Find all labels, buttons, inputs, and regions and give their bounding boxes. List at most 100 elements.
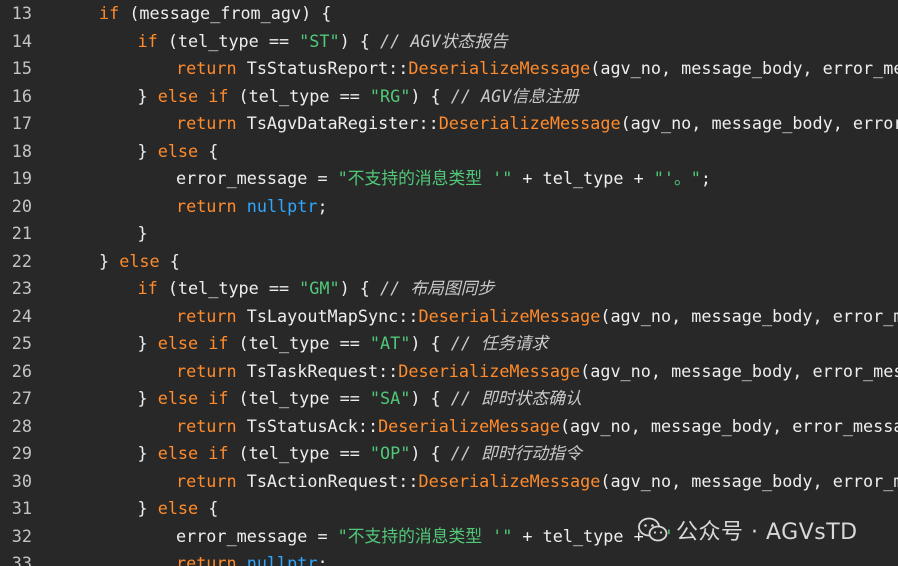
token-op: + tel_type + (512, 525, 654, 546)
code-line[interactable]: 17 return TsAgvDataRegister::DeserializeM… (0, 110, 898, 137)
token-fn: DeserializeMessage (438, 113, 621, 133)
code-text: } else if (tel_type == "RG") { // AGV信息注… (138, 83, 579, 110)
token-kw: return (176, 415, 237, 436)
token-kw: return (176, 195, 237, 216)
code-text: if (message_from_agv) { (99, 0, 331, 27)
token-fn: DeserializeMessage (418, 305, 601, 326)
token-str: "RG" (369, 85, 411, 106)
token-cm: // 布局图同步 (380, 278, 495, 298)
token-op: (agv_no, message_body, error_messa (590, 58, 898, 78)
code-line[interactable]: 32 error_message = "不支持的消息类型 '" + tel_typ… (0, 523, 674, 550)
token-kw: if (137, 30, 158, 51)
line-number: 32 (11, 525, 32, 546)
token-fn: DeserializeMessage (378, 415, 560, 436)
code-line[interactable]: 27} else if (tel_type == "SA") { // 即时状态… (0, 385, 582, 412)
token-kw: if (99, 3, 120, 23)
token-op: (agv_no, message_body, error_messag (580, 360, 898, 381)
code-line[interactable]: 25} else if (tel_type == "AT") { // 任务请求 (0, 330, 548, 357)
token-str: "ST" (299, 30, 340, 51)
token-kw: else (119, 250, 160, 271)
line-number: 33 (11, 553, 32, 566)
token-op: + tel_type + (512, 168, 654, 188)
line-number: 25 (11, 333, 32, 353)
token-cm: // 任务请求 (450, 333, 549, 353)
code-line[interactable]: 15 return TsStatusReport::DeserializeMess… (0, 55, 898, 82)
code-line[interactable]: 31} else { (0, 495, 219, 522)
token-op: } (137, 85, 158, 106)
code-line[interactable]: 33 return nullptr; (0, 550, 328, 566)
code-text: return nullptr; (176, 193, 328, 220)
token-fn: DeserializeMessage (408, 58, 591, 78)
watermark-text: 公众号 · AGVsTD (676, 520, 858, 545)
code-text: return TsLayoutMapSync::DeserializeMessa… (176, 303, 898, 330)
token-op: (agv_no, message_body, error_me (620, 113, 898, 133)
token-op: TsActionRequest:: (236, 470, 419, 491)
token-op: error_message = (176, 168, 338, 188)
code-line[interactable]: 18} else { (0, 138, 219, 165)
token-op: (agv_no, message_body, error_message) (559, 415, 898, 436)
token-op (237, 553, 247, 566)
token-op: } (137, 443, 158, 463)
token-op: } (99, 250, 120, 271)
token-fn: DeserializeMessage (418, 470, 601, 491)
token-kw: return (176, 470, 237, 491)
token-cm: // AGV状态报告 (380, 30, 508, 51)
code-text: } else if (tel_type == "OP") { // 即时行动指令 (138, 440, 582, 467)
wechat-icon (638, 517, 668, 542)
token-str: "SA" (369, 388, 411, 408)
token-op: { (198, 140, 219, 161)
code-line[interactable]: 28 return TsStatusAck::DeserializeMessage… (0, 413, 898, 440)
code-line[interactable]: 29} else if (tel_type == "OP") { // 即时行动… (0, 440, 582, 467)
token-op: ) { (410, 388, 451, 408)
code-text: return TsStatusAck::DeserializeMessage(a… (176, 413, 898, 440)
token-str: "不支持的消息类型 '" (337, 168, 513, 188)
line-number: 20 (11, 195, 32, 216)
token-op: (tel_type == (157, 278, 300, 298)
token-str: "OP" (369, 443, 411, 463)
code-text: return nullptr; (176, 550, 328, 566)
code-text: } else { (99, 248, 180, 275)
code-line[interactable]: 22} else { (0, 248, 180, 275)
code-line[interactable]: 26 return TsTaskRequest::DeserializeMessa… (0, 358, 898, 385)
line-number: 24 (11, 305, 32, 326)
token-str: "'。" (653, 168, 701, 188)
line-number: 21 (11, 223, 32, 243)
code-line[interactable]: 19 error_message = "不支持的消息类型 '" + tel_typ… (0, 165, 711, 192)
code-line[interactable]: 14 if (tel_type == "ST") { // AGV状态报告 (0, 28, 508, 55)
code-text: if (tel_type == "ST") { // AGV状态报告 (138, 28, 508, 55)
token-cm: // 即时行动指令 (450, 443, 582, 463)
token-op: ) { (339, 30, 381, 51)
token-op: error_message = (176, 525, 338, 546)
token-op: } (137, 498, 158, 518)
token-str: "AT" (369, 333, 411, 353)
code-line[interactable]: 30 return TsActionRequest::DeserializeMes… (0, 468, 898, 495)
token-op: ) { (410, 333, 451, 353)
code-line[interactable]: 24 return TsLayoutMapSync::DeserializeMes… (0, 303, 898, 330)
token-op: (agv_no, message_body, error_mess (600, 470, 898, 491)
line-number: 19 (11, 168, 32, 188)
code-line[interactable]: 21} (0, 220, 148, 247)
token-kw: else (157, 498, 199, 518)
watermark: 公众号 · AGVsTD (638, 514, 858, 546)
token-lit: nullptr (246, 195, 318, 216)
token-op: ; (700, 168, 711, 188)
token-op: (tel_type == (228, 388, 370, 408)
code-text: return TsTaskRequest::DeserializeMessage… (176, 358, 898, 385)
token-op: ; (317, 195, 328, 216)
token-kw: else (157, 140, 199, 161)
token-op: } (137, 388, 158, 408)
code-line[interactable]: 13 if (message_from_agv) { (0, 0, 332, 27)
line-number: 13 (11, 3, 32, 23)
code-line[interactable]: 23 if (tel_type == "GM") { // 布局图同步 (0, 275, 494, 302)
token-op: TsStatusAck:: (236, 415, 379, 436)
code-editor[interactable]: 13 if (message_from_agv) {14 if (tel_type … (0, 0, 898, 566)
token-op: ; (317, 553, 328, 566)
token-op: (agv_no, message_body, error_mess (600, 305, 898, 326)
code-line[interactable]: 16} else if (tel_type == "RG") { // AGV信… (0, 83, 579, 110)
line-number: 31 (11, 498, 32, 518)
token-kw: else if (157, 333, 229, 353)
code-line[interactable]: 20 return nullptr; (0, 193, 328, 220)
code-text: return TsActionRequest::DeserializeMessa… (176, 468, 898, 495)
code-text: } else { (138, 138, 219, 165)
code-text: } (138, 220, 148, 247)
